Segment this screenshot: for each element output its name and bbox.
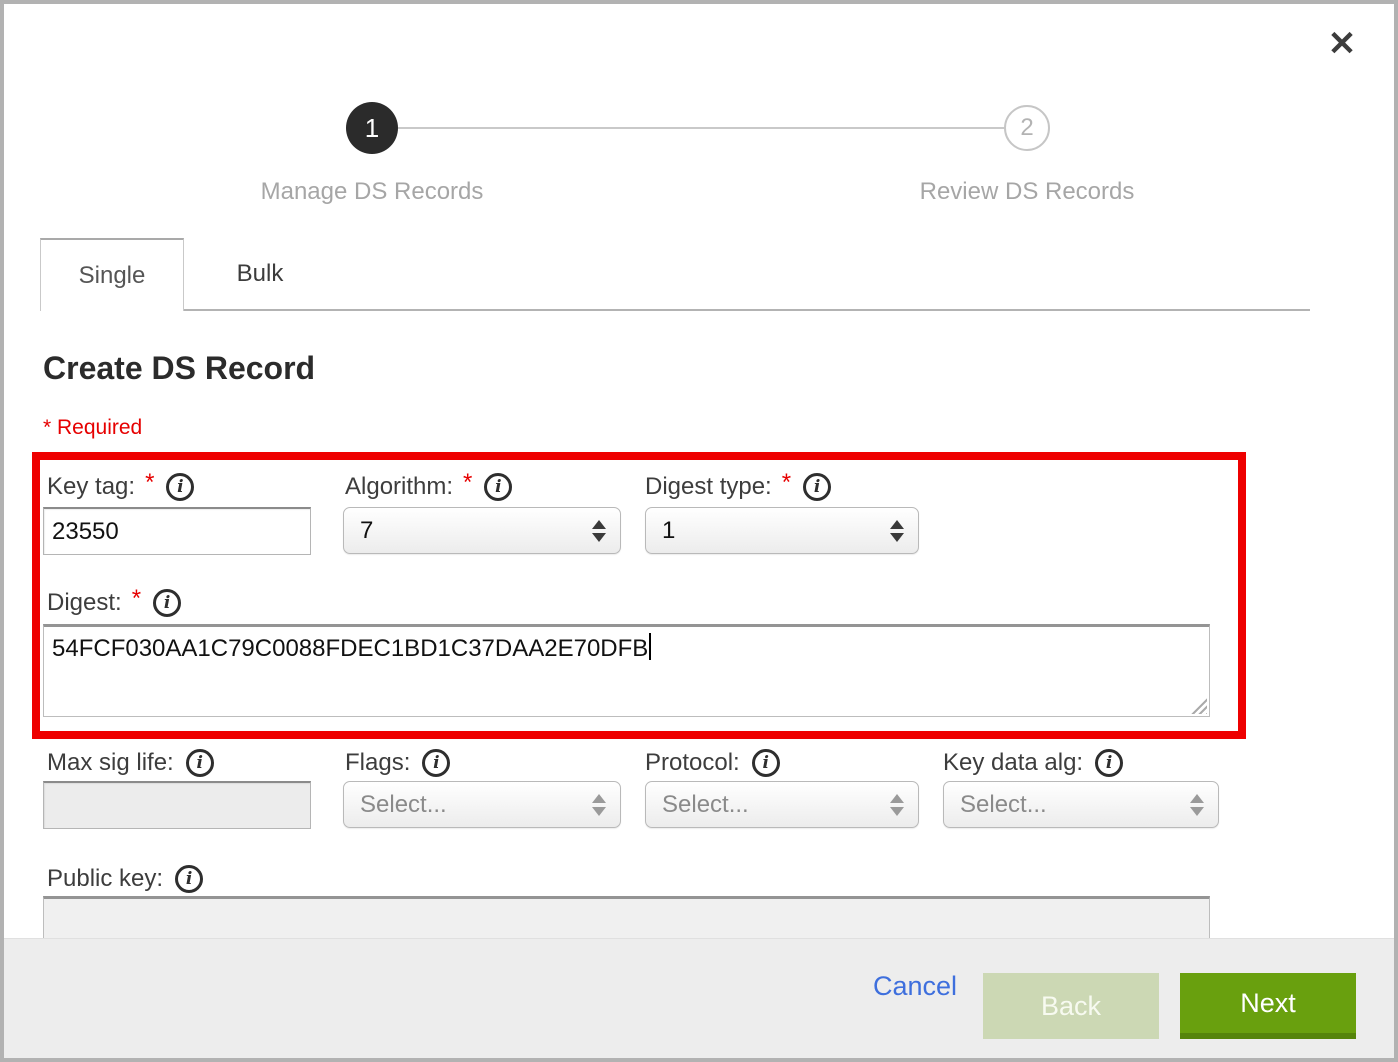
- key-data-alg-label: Key data alg: i: [943, 748, 1123, 778]
- key-tag-label-text: Key tag:: [47, 473, 135, 501]
- stepper-step-1-label: Manage DS Records: [212, 178, 532, 206]
- tab-bulk[interactable]: Bulk: [200, 238, 320, 310]
- key-tag-input[interactable]: 23550: [43, 507, 311, 555]
- digest-textarea-value: 54FCF030AA1C79C0088FDEC1BD1C37DAA2E70DFB: [52, 635, 648, 662]
- digest-type-select-value: 1: [662, 517, 890, 545]
- algorithm-select[interactable]: 7: [343, 507, 621, 554]
- digest-label: Digest: * i: [47, 588, 181, 618]
- key-tag-info-icon[interactable]: i: [166, 473, 194, 501]
- algorithm-required-asterisk: *: [463, 469, 472, 497]
- algorithm-select-value: 7: [360, 517, 592, 545]
- flags-select[interactable]: Select...: [343, 781, 621, 828]
- digest-label-text: Digest:: [47, 589, 122, 617]
- tab-divider: [184, 309, 1310, 311]
- public-key-label-text: Public key:: [47, 865, 163, 893]
- stepper-step-2-label: Review DS Records: [867, 178, 1187, 206]
- protocol-info-icon[interactable]: i: [752, 749, 780, 777]
- close-icon[interactable]: ✕: [1320, 22, 1364, 66]
- max-sig-life-input[interactable]: [43, 781, 311, 829]
- digest-type-label: Digest type: * i: [645, 472, 831, 502]
- key-data-alg-label-text: Key data alg:: [943, 749, 1083, 777]
- algorithm-label-text: Algorithm:: [345, 473, 453, 501]
- page-title: Create DS Record: [43, 350, 315, 387]
- max-sig-life-info-icon[interactable]: i: [186, 749, 214, 777]
- digest-type-required-asterisk: *: [782, 469, 791, 497]
- flags-info-icon[interactable]: i: [422, 749, 450, 777]
- resize-grip-icon[interactable]: [1190, 697, 1207, 714]
- digest-textarea[interactable]: 54FCF030AA1C79C0088FDEC1BD1C37DAA2E70DFB: [43, 624, 1210, 717]
- text-cursor: [649, 633, 651, 660]
- key-tag-label: Key tag: * i: [47, 472, 194, 502]
- back-button[interactable]: Back: [983, 973, 1159, 1039]
- protocol-select[interactable]: Select...: [645, 781, 919, 828]
- max-sig-life-label-text: Max sig life:: [47, 749, 174, 777]
- next-button[interactable]: Next: [1180, 973, 1356, 1039]
- key-data-alg-info-icon[interactable]: i: [1095, 749, 1123, 777]
- create-ds-record-modal: ✕ 1 2 Manage DS Records Review DS Record…: [0, 0, 1398, 1062]
- public-key-info-icon[interactable]: i: [175, 865, 203, 893]
- digest-type-label-text: Digest type:: [645, 473, 772, 501]
- protocol-label-text: Protocol:: [645, 749, 740, 777]
- modal-footer: Cancel Back Next: [4, 938, 1394, 1058]
- key-tag-input-value: 23550: [52, 518, 119, 545]
- required-note: * Required: [43, 416, 142, 440]
- stepper-step-1-number: 1: [365, 113, 379, 143]
- max-sig-life-label: Max sig life: i: [47, 748, 214, 778]
- digest-type-select[interactable]: 1: [645, 507, 919, 554]
- digest-type-info-icon[interactable]: i: [803, 473, 831, 501]
- protocol-select-value: Select...: [662, 791, 890, 819]
- algorithm-info-icon[interactable]: i: [484, 473, 512, 501]
- flags-label-text: Flags:: [345, 749, 410, 777]
- key-data-alg-select-value: Select...: [960, 791, 1190, 819]
- protocol-label: Protocol: i: [645, 748, 780, 778]
- digest-info-icon[interactable]: i: [153, 589, 181, 617]
- flags-select-value: Select...: [360, 791, 592, 819]
- select-arrows-icon: [890, 794, 904, 816]
- select-arrows-icon: [1190, 794, 1204, 816]
- stepper-step-2-circle: 2: [1004, 105, 1050, 151]
- key-tag-required-asterisk: *: [145, 469, 154, 497]
- algorithm-label: Algorithm: * i: [345, 472, 512, 502]
- select-arrows-icon: [890, 520, 904, 542]
- flags-label: Flags: i: [345, 748, 450, 778]
- digest-required-asterisk: *: [132, 585, 141, 613]
- cancel-button[interactable]: Cancel: [873, 971, 957, 1002]
- public-key-label: Public key: i: [47, 864, 203, 894]
- tab-single[interactable]: Single: [40, 238, 184, 311]
- stepper-connector: [398, 127, 1006, 129]
- key-data-alg-select[interactable]: Select...: [943, 781, 1219, 828]
- select-arrows-icon: [592, 794, 606, 816]
- stepper-step-1-circle: 1: [346, 102, 398, 154]
- stepper-step-2-number: 2: [1020, 114, 1033, 141]
- select-arrows-icon: [592, 520, 606, 542]
